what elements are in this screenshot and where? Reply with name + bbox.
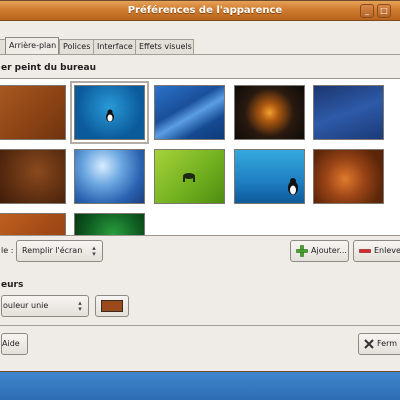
updown-arrow-icon: ▴ ▾ bbox=[78, 299, 82, 313]
remove-label: Enlever bbox=[374, 246, 400, 255]
help-label: Aide bbox=[2, 339, 20, 348]
wallpaper-thumb-orange-light[interactable] bbox=[234, 85, 305, 140]
wallpaper-thumb-blue-light[interactable] bbox=[74, 149, 145, 204]
wallpaper-section-title: er peint du bureau bbox=[1, 63, 97, 73]
minimize-button[interactable]: _ bbox=[360, 4, 374, 18]
tab-effets-visuels[interactable]: Effets visuels bbox=[135, 39, 194, 54]
close-icon bbox=[364, 339, 374, 349]
wallpaper-thumb-cyan-tux[interactable] bbox=[234, 149, 305, 204]
color-mode-value: ouleur unie bbox=[3, 301, 49, 310]
animal-silhouette-icon bbox=[183, 173, 195, 182]
wallpaper-gallery[interactable] bbox=[0, 78, 400, 236]
maximize-button[interactable]: □ bbox=[377, 4, 391, 18]
style-label: le : bbox=[1, 246, 14, 255]
wallpaper-thumb-green[interactable] bbox=[154, 149, 225, 204]
style-select[interactable]: Remplir l'écran ▴ ▾ bbox=[16, 240, 103, 262]
tab-polices[interactable]: Polices bbox=[59, 39, 94, 54]
updown-arrow-icon: ▴ ▾ bbox=[92, 244, 96, 258]
wallpaper-thumb-green-dark[interactable] bbox=[74, 213, 145, 235]
close-button[interactable]: Ferm bbox=[358, 333, 400, 355]
colors-section-title: eurs bbox=[1, 280, 24, 290]
color-picker-button[interactable] bbox=[95, 295, 129, 317]
wallpaper-thumb-tux-blue[interactable] bbox=[70, 81, 149, 144]
close-label: Ferm bbox=[377, 339, 398, 348]
plus-icon bbox=[296, 245, 308, 257]
wallpaper-thumb-orange-brown[interactable] bbox=[0, 213, 66, 235]
tab-bar: Arrière-plan Polices Interface Effets vi… bbox=[0, 37, 400, 55]
tux-icon bbox=[288, 178, 298, 195]
wallpaper-thumb-brown-swirl[interactable] bbox=[313, 149, 384, 204]
maximize-icon: □ bbox=[380, 6, 388, 15]
color-mode-select[interactable]: ouleur unie ▴ ▾ bbox=[1, 295, 89, 317]
color-swatch bbox=[101, 300, 123, 312]
minimize-icon: _ bbox=[365, 6, 369, 15]
help-button[interactable]: Aide bbox=[1, 333, 28, 355]
wallpaper-thumb-brown[interactable] bbox=[0, 85, 66, 140]
window-title: Préférences de l'apparence bbox=[127, 5, 283, 16]
wallpaper-thumb-dark-blue[interactable] bbox=[313, 85, 384, 140]
remove-wallpaper-button[interactable]: Enlever bbox=[353, 240, 400, 262]
tux-icon bbox=[106, 109, 114, 122]
appearance-preferences-window: Préférences de l'apparence _ □ Arrière-p… bbox=[0, 0, 400, 372]
wallpaper-thumb-brown-texture[interactable] bbox=[0, 149, 66, 204]
desktop-taskbar bbox=[0, 372, 400, 400]
add-label: Ajouter... bbox=[311, 246, 347, 255]
minus-icon bbox=[359, 249, 371, 253]
add-wallpaper-button[interactable]: Ajouter... bbox=[290, 240, 349, 262]
tab-arriere-plan[interactable]: Arrière-plan bbox=[5, 37, 59, 55]
window-titlebar[interactable]: Préférences de l'apparence _ □ bbox=[0, 1, 400, 21]
wallpaper-thumb-blue-curves[interactable] bbox=[154, 85, 225, 140]
style-selected-value: Remplir l'écran bbox=[22, 246, 83, 255]
tab-interface[interactable]: Interface bbox=[93, 39, 136, 54]
